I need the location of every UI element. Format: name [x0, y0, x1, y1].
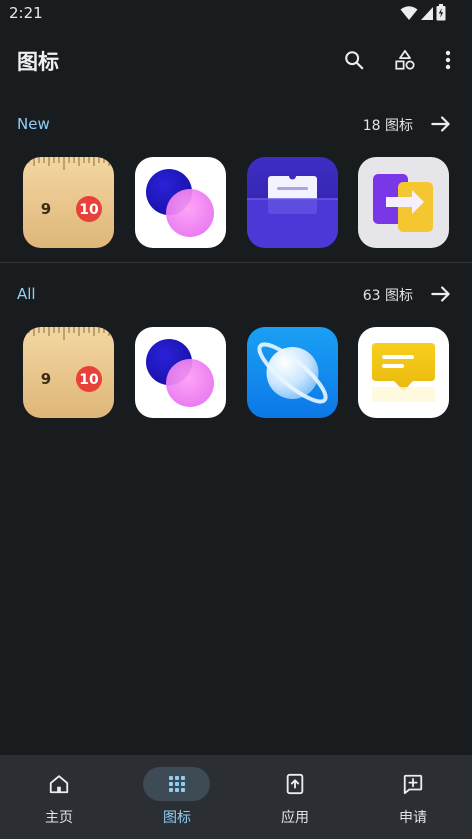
- arrow-right-icon[interactable]: [428, 111, 454, 137]
- search-button[interactable]: [338, 44, 370, 76]
- bottom-nav: 主页 图标 应用 申请: [0, 755, 472, 839]
- ruler-number-right: 10: [79, 202, 99, 218]
- nav-item-request[interactable]: 申请: [354, 755, 472, 839]
- app-bar: 图标: [0, 36, 472, 84]
- section-title: All: [17, 285, 36, 303]
- status-bar: 2:21: [0, 0, 472, 26]
- ruler-app-icon[interactable]: 9 10: [23, 327, 114, 418]
- nav-label-request: 申请: [399, 810, 427, 826]
- section-title: New: [17, 115, 50, 133]
- nav-label-home: 主页: [45, 810, 73, 826]
- wallet-app-icon[interactable]: [247, 157, 338, 248]
- status-time: 2:21: [9, 4, 43, 22]
- add-message-icon: [403, 774, 422, 795]
- ruler-number-left: 9: [41, 200, 51, 218]
- signal-icon: [421, 6, 433, 20]
- section-count: 63 图标: [362, 288, 413, 304]
- nav-label-icons: 图标: [163, 810, 191, 826]
- section-divider: [0, 262, 472, 263]
- section-header-new[interactable]: New 18 图标: [0, 110, 472, 140]
- more-vert-icon: [445, 50, 451, 70]
- wifi-icon: [400, 5, 418, 20]
- shapes-icon: [395, 49, 415, 70]
- switch-app-app-icon[interactable]: [358, 157, 449, 248]
- shapes-button[interactable]: [389, 44, 421, 76]
- nav-item-icons[interactable]: 图标: [118, 755, 236, 839]
- section-header-all[interactable]: All 63 图标: [0, 280, 472, 310]
- page-title: 图标: [17, 50, 59, 74]
- more-button[interactable]: [432, 44, 464, 76]
- nav-item-apps[interactable]: 应用: [236, 755, 354, 839]
- search-icon: [345, 51, 364, 70]
- planet-browser-app-icon[interactable]: [247, 327, 338, 418]
- blend-circles-app-icon[interactable]: [135, 327, 226, 418]
- nav-label-apps: 应用: [281, 810, 309, 826]
- blend-circles-app-icon[interactable]: [135, 157, 226, 248]
- icon-row-all: 9 10: [0, 327, 472, 419]
- nav-item-home[interactable]: 主页: [0, 755, 118, 839]
- grid-icon: [168, 776, 185, 792]
- section-count: 18 图标: [362, 118, 413, 134]
- home-icon: [49, 775, 68, 794]
- ruler-number-left: 9: [41, 370, 51, 388]
- arrow-right-icon[interactable]: [428, 281, 454, 307]
- message-app-icon[interactable]: [358, 327, 449, 418]
- icon-row-new: 9 10: [0, 157, 472, 249]
- ruler-number-right: 10: [79, 372, 99, 388]
- battery-charging-icon: [436, 4, 446, 21]
- ruler-app-icon[interactable]: 9 10: [23, 157, 114, 248]
- tablet-upload-icon: [286, 773, 303, 795]
